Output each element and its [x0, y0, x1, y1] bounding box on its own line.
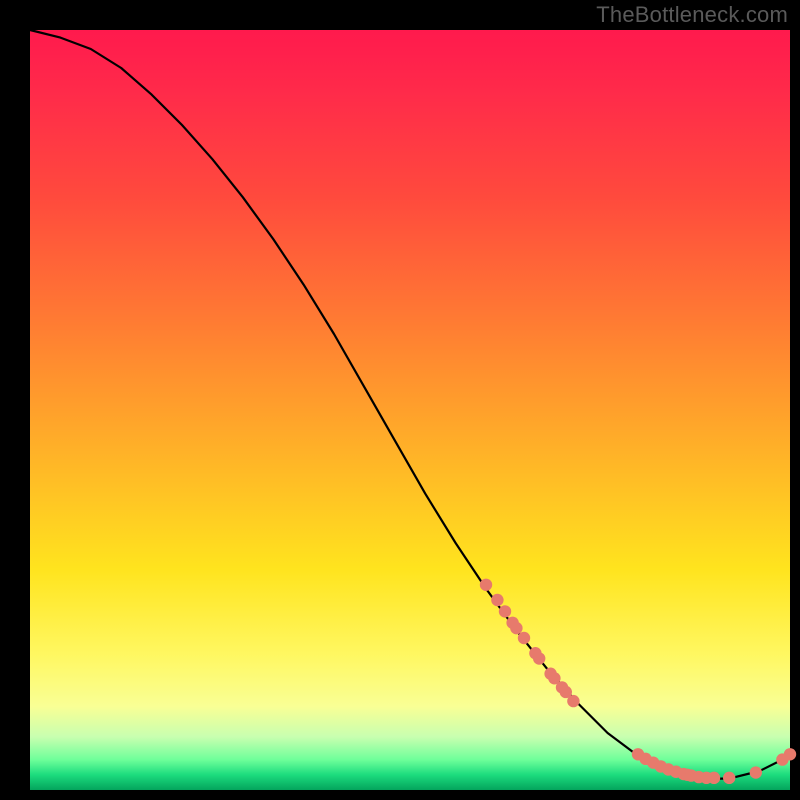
chart-container: TheBottleneck.com [0, 0, 800, 800]
data-point [499, 605, 511, 617]
data-point [723, 772, 735, 784]
data-point [510, 622, 522, 634]
data-point [708, 772, 720, 784]
data-point [784, 748, 796, 760]
data-point [567, 695, 579, 707]
chart-svg [30, 30, 790, 790]
scatter-points [480, 579, 796, 784]
bottleneck-curve [30, 30, 790, 779]
data-point [518, 632, 530, 644]
attribution-text: TheBottleneck.com [596, 2, 788, 28]
data-point [480, 579, 492, 591]
data-point [491, 594, 503, 606]
data-point [533, 652, 545, 664]
data-point [750, 766, 762, 778]
